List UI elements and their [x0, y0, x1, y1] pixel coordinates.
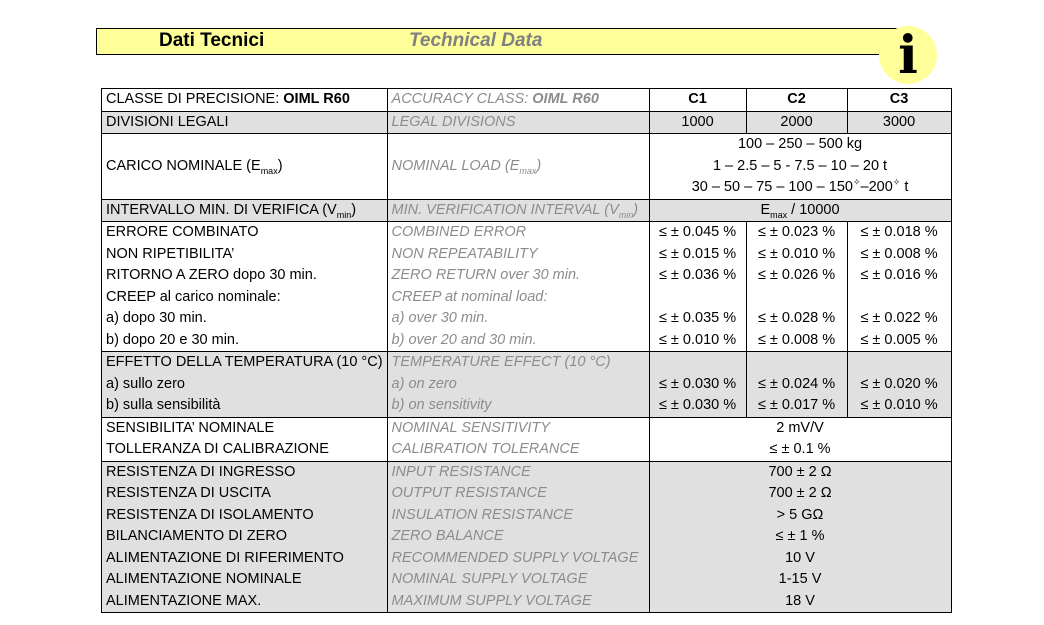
- label-en: TEMPERATURE EFFECT (10 °C) a) on zero b) o…: [386, 351, 650, 418]
- value-c2: 2000: [745, 110, 848, 134]
- label-it: ERRORE COMBINATO NON RIPETIBILITA’ RITORNO…: [101, 221, 388, 352]
- star-mark-icon: ✧: [852, 177, 861, 188]
- values-c2: ≤ ± 0.023 % ≤ ± 0.010 % ≤ ± 0.026 % ≤ ± 0.…: [745, 221, 848, 352]
- class-c3: C3: [846, 88, 952, 112]
- table-row-min-verification: INTERVALLO MIN. DI VERIFICA (Vmin) MIN. …: [101, 198, 952, 222]
- table-row-electrical: RESISTENZA DI INGRESSO RESISTENZA DI USCI…: [101, 460, 952, 613]
- label-en: NOMINAL SENSITIVITY CALIBRATION TOLERANCE: [386, 416, 650, 462]
- value-c1: 1000: [648, 110, 747, 134]
- nominal-load-values: 100 – 250 – 500 kg 1 – 2.5 – 5 - 7.5 – 1…: [648, 133, 952, 200]
- table-row-accuracy-class: CLASSE DI PRECISIONE: OIML R60 ACCURACY …: [101, 88, 952, 112]
- label-en: ACCURACY CLASS: OIML R60: [386, 88, 650, 112]
- table-row-sensitivity: SENSIBILITA’ NOMINALE TOLLERANZA DI CALIB…: [101, 416, 952, 462]
- table-row-nominal-load: CARICO NOMINALE (Emax) NOMINAL LOAD (Ema…: [101, 133, 952, 200]
- load-line-1: 100 – 250 – 500 kg: [737, 136, 863, 152]
- label-it: SENSIBILITA’ NOMINALE TOLLERANZA DI CALIB…: [101, 416, 388, 462]
- label-it: CLASSE DI PRECISIONE: OIML R60: [101, 88, 388, 112]
- section-header: Dati Tecnici Technical Data: [96, 28, 902, 55]
- load-line-2: 1 – 2.5 – 5 - 7.5 – 10 – 20 t: [712, 157, 888, 174]
- value-c3: 3000: [846, 110, 952, 134]
- sensitivity-values: 2 mV/V ≤ ± 0.1 %: [648, 416, 952, 462]
- label-it: CARICO NOMINALE (Emax): [101, 133, 388, 200]
- values-c3: ≤ ± 0.020 % ≤ ± 0.010 %: [846, 351, 952, 418]
- label-en: MIN. VERIFICATION INTERVAL (Vmin): [386, 198, 650, 222]
- info-icon: i: [879, 25, 937, 86]
- label-en: INPUT RESISTANCE OUTPUT RESISTANCE INSULAT…: [386, 460, 650, 613]
- load-line-3: 30 – 50 – 75 – 100 – 150✧–200✧ t: [691, 177, 909, 195]
- section-title-italian: Dati Tecnici: [159, 30, 265, 51]
- values-c2: ≤ ± 0.024 % ≤ ± 0.017 %: [745, 351, 848, 418]
- table-row-temperature: EFFETTO DELLA TEMPERATURA (10 °C) a) sull…: [101, 351, 952, 418]
- label-it: RESISTENZA DI INGRESSO RESISTENZA DI USCI…: [101, 460, 388, 613]
- class-c2: C2: [745, 88, 848, 112]
- label-it: DIVISIONI LEGALI: [101, 110, 388, 134]
- technical-data-table: CLASSE DI PRECISIONE: OIML R60 ACCURACY …: [101, 88, 952, 613]
- values-c1: ≤ ± 0.045 % ≤ ± 0.015 % ≤ ± 0.036 % ≤ ± 0.…: [648, 221, 747, 352]
- min-verification-value: Emax / 10000: [648, 198, 952, 222]
- label-en: NOMINAL LOAD (Emax): [386, 133, 650, 200]
- section-title-english: Technical Data: [409, 30, 543, 51]
- values-c1: ≤ ± 0.030 % ≤ ± 0.030 %: [648, 351, 747, 418]
- label-it: INTERVALLO MIN. DI VERIFICA (Vmin): [101, 198, 388, 222]
- class-c1: C1: [648, 88, 747, 112]
- label-en: LEGAL DIVISIONS: [386, 110, 650, 134]
- label-it: EFFETTO DELLA TEMPERATURA (10 °C) a) sull…: [101, 351, 388, 418]
- label-en: COMBINED ERROR NON REPEATABILITY ZERO RETU…: [386, 221, 650, 352]
- table-row-errors: ERRORE COMBINATO NON RIPETIBILITA’ RITORNO…: [101, 221, 952, 352]
- electrical-values: 700 ± 2 Ω 700 ± 2 Ω > 5 GΩ ≤ ± 1 % 10 V 1-15…: [648, 460, 952, 613]
- table-row-legal-divisions: DIVISIONI LEGALI LEGAL DIVISIONS 1000 20…: [101, 110, 952, 134]
- values-c3: ≤ ± 0.018 % ≤ ± 0.008 % ≤ ± 0.016 % ≤ ± 0.…: [846, 221, 952, 352]
